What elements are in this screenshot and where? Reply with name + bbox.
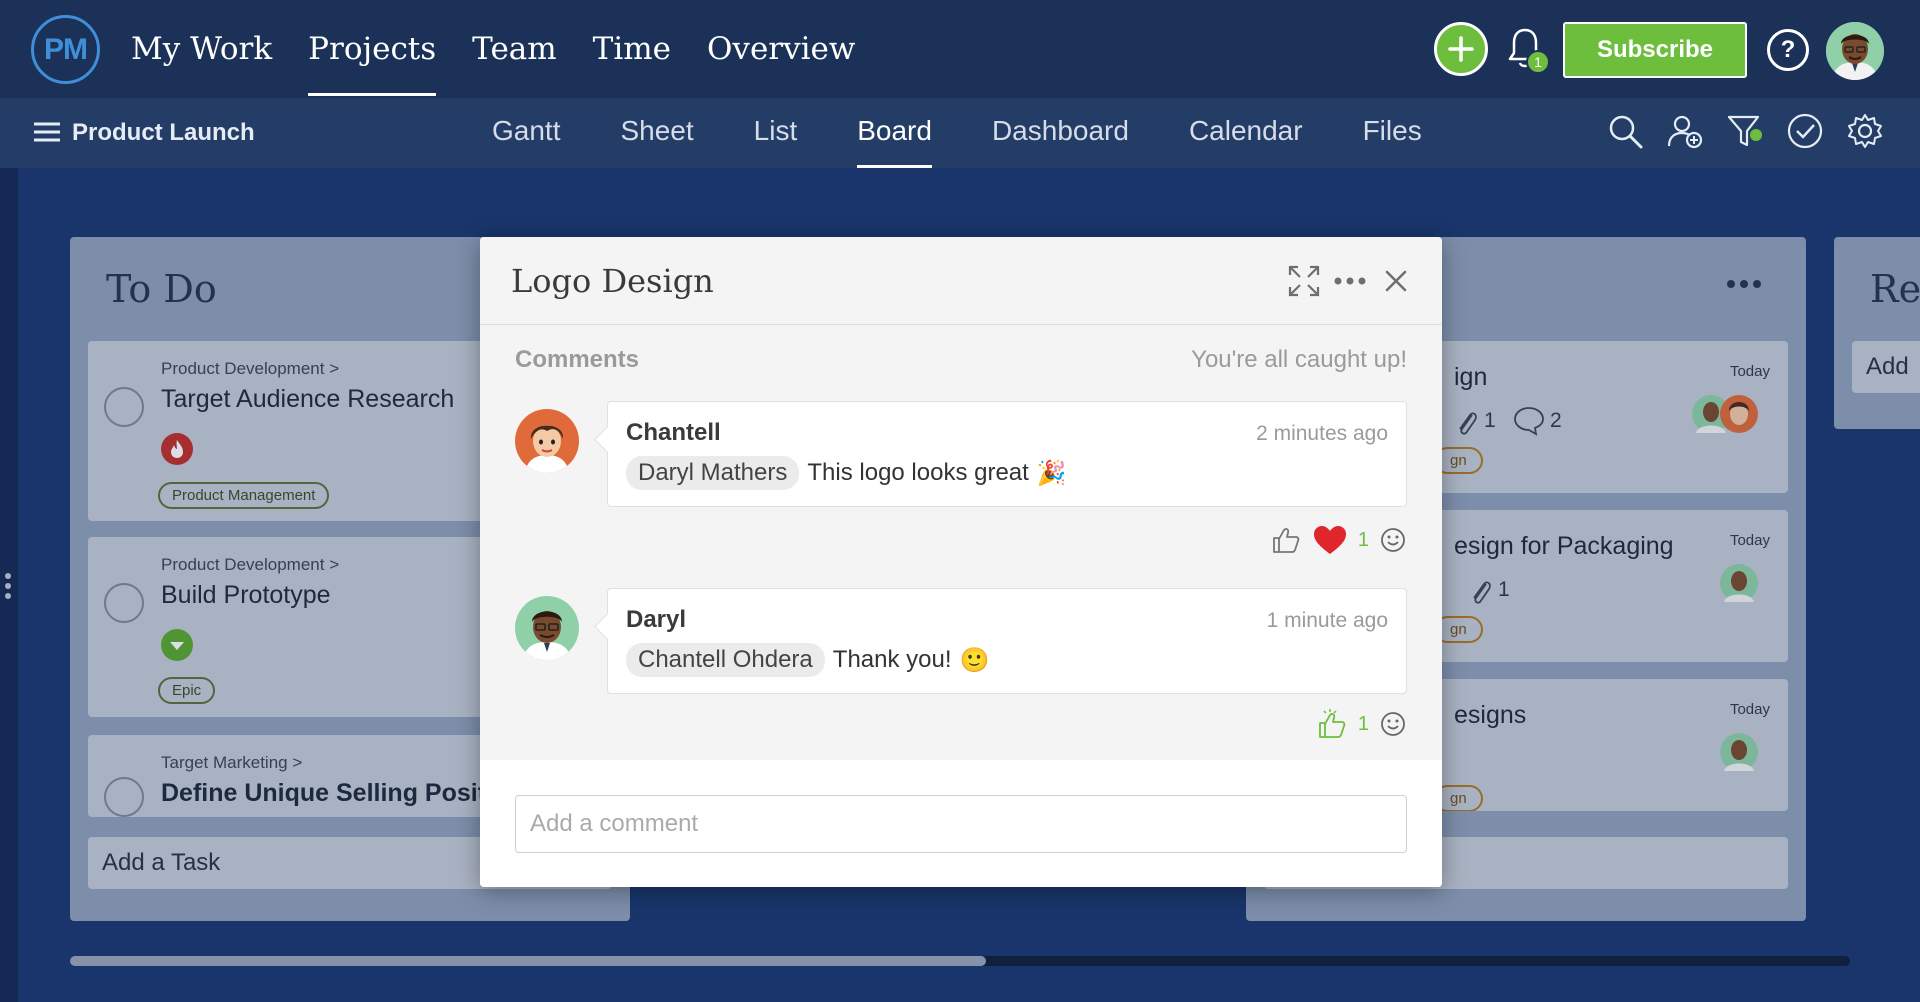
mention-tag[interactable]: Daryl Mathers [626, 456, 800, 490]
tab-calendar[interactable]: Calendar [1189, 98, 1303, 168]
toolbar [1606, 112, 1884, 154]
tab-dashboard[interactable]: Dashboard [992, 98, 1129, 168]
comment-text: Daryl Mathers This logo looks great 🎉 [626, 456, 1067, 490]
comment-reactions: 1 [1316, 707, 1407, 741]
top-nav: PM My Work Projects Team Time Overview 1… [0, 0, 1920, 98]
nav-my-work[interactable]: My Work [131, 0, 272, 98]
comment-body: This logo looks great [807, 459, 1029, 486]
comment-bubble: Daryl 1 minute ago Chantell Ohdera Thank… [607, 588, 1407, 694]
nav-team[interactable]: Team [472, 0, 557, 98]
filter-icon[interactable] [1726, 112, 1764, 150]
avatar[interactable] [515, 596, 579, 660]
tab-list[interactable]: List [754, 98, 798, 168]
tab-board[interactable]: Board [857, 98, 932, 168]
add-button[interactable] [1434, 22, 1488, 76]
check-circle-icon[interactable] [1786, 112, 1824, 150]
modal-header: Logo Design [480, 237, 1442, 325]
help-button[interactable]: ? [1767, 29, 1809, 71]
heart-icon[interactable] [1312, 524, 1348, 556]
heart-count: 1 [1357, 528, 1369, 551]
like-count: 1 [1357, 712, 1369, 735]
comment-bubble: Chantell 2 minutes ago Daryl Mathers Thi… [607, 401, 1407, 507]
view-tabs: Gantt Sheet List Board Dashboard Calenda… [492, 98, 1482, 168]
add-reaction-icon[interactable] [1379, 526, 1407, 554]
expand-icon[interactable] [1286, 263, 1322, 299]
man-avatar-icon [1826, 22, 1884, 80]
comment-text: Chantell Ohdera Thank you! 🙂 [626, 643, 989, 677]
app-logo[interactable]: PM [31, 15, 100, 84]
thumbs-up-icon[interactable] [1270, 524, 1302, 556]
tab-sheet[interactable]: Sheet [620, 98, 693, 168]
add-comment-input[interactable] [515, 795, 1407, 853]
tab-gantt[interactable]: Gantt [492, 98, 560, 168]
tab-files[interactable]: Files [1363, 98, 1422, 168]
task-detail-modal: Logo Design Comments You're all caught u… [480, 237, 1442, 887]
comments-label: Comments [515, 346, 640, 373]
woman-avatar-icon [515, 409, 579, 473]
man-avatar-icon [515, 596, 579, 660]
avatar[interactable] [515, 409, 579, 473]
comment-author: Chantell [626, 419, 721, 446]
project-subnav: Product Launch Gantt Sheet List Board Da… [0, 98, 1920, 168]
nav-projects[interactable]: Projects [308, 0, 437, 98]
modal-footer [480, 760, 1442, 887]
add-member-icon[interactable] [1666, 112, 1704, 150]
smile-emoji-icon: 🙂 [959, 646, 990, 674]
comment-body: Thank you! [832, 646, 952, 673]
more-options-icon[interactable] [1332, 263, 1368, 299]
plus-icon [1448, 36, 1474, 62]
search-icon[interactable] [1606, 112, 1644, 150]
nav-overview[interactable]: Overview [707, 0, 855, 98]
main-nav: My Work Projects Team Time Overview [131, 0, 891, 98]
comment-author: Daryl [626, 606, 687, 633]
thumbs-up-active-icon[interactable] [1316, 707, 1348, 741]
comment-time: 1 minute ago [1266, 609, 1388, 632]
modal-title: Logo Design [511, 262, 714, 300]
comments-status: You're all caught up! [1191, 346, 1407, 373]
add-reaction-icon[interactable] [1379, 710, 1407, 738]
close-icon[interactable] [1378, 263, 1414, 299]
mention-tag[interactable]: Chantell Ohdera [626, 643, 825, 677]
gear-icon[interactable] [1846, 112, 1884, 150]
comment-reactions: 1 [1270, 523, 1407, 557]
hamburger-menu-icon[interactable] [34, 122, 60, 142]
party-popper-icon: 🎉 [1036, 459, 1067, 487]
subscribe-button[interactable]: Subscribe [1563, 22, 1747, 78]
user-avatar[interactable] [1826, 22, 1884, 80]
project-name[interactable]: Product Launch [72, 98, 255, 168]
nav-time[interactable]: Time [593, 0, 671, 98]
comment-time: 2 minutes ago [1256, 422, 1388, 445]
notification-badge: 1 [1526, 50, 1550, 74]
